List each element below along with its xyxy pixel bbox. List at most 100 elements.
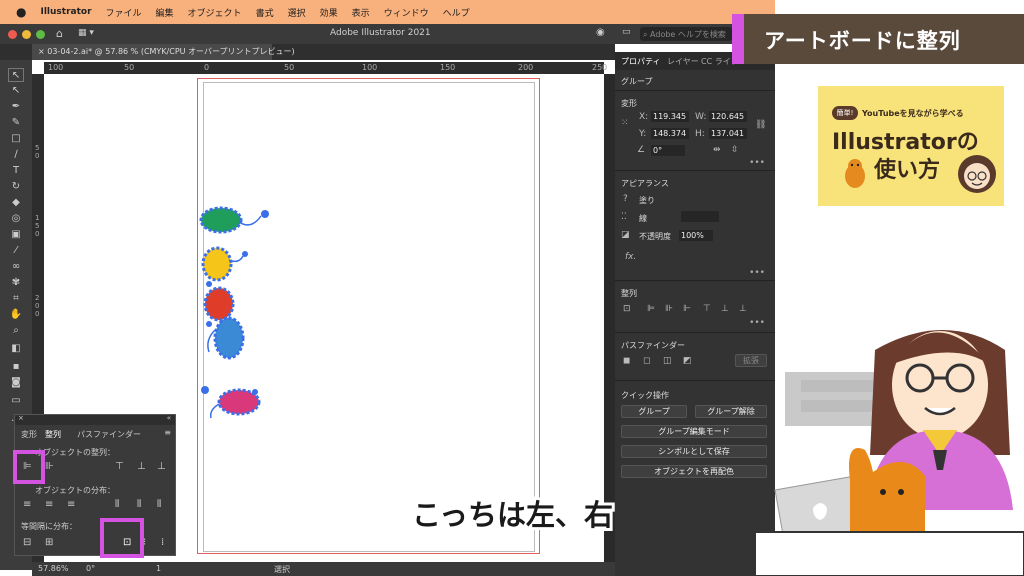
more-options-icon[interactable]: •••: [749, 268, 765, 278]
curvature-tool-icon[interactable]: ✎: [8, 116, 24, 130]
distribute-hcenter-icon[interactable]: ⫴: [137, 499, 141, 510]
shape-builder-tool-icon[interactable]: ◎: [8, 212, 24, 226]
align-vcenter-icon[interactable]: ⊥: [721, 304, 729, 314]
blend-tool-icon[interactable]: ∞: [8, 260, 24, 274]
isolate-group-button[interactable]: グループ編集モード: [621, 425, 767, 438]
recolor-artwork-button[interactable]: オブジェクトを再配色: [621, 465, 767, 478]
distribute-h-spacing-icon[interactable]: ⊞: [45, 537, 53, 548]
align-left-icon[interactable]: ⊫: [647, 304, 655, 314]
distribute-left-icon[interactable]: ⫴: [115, 499, 119, 510]
rotate-tool-icon[interactable]: ↻: [8, 180, 24, 194]
rectangle-tool-icon[interactable]: □: [8, 132, 24, 146]
distribute-vcenter-icon[interactable]: ≡: [45, 499, 53, 510]
paintbrush-tool-icon[interactable]: ∕: [8, 148, 24, 162]
h-field[interactable]: 137.041: [709, 128, 747, 139]
workspace-switcher-icon[interactable]: ▦ ▾: [78, 28, 94, 38]
w-field[interactable]: 120.645: [709, 111, 747, 122]
opacity-field[interactable]: 100%: [679, 230, 713, 241]
reference-point-icon[interactable]: ⁙: [621, 118, 629, 128]
close-panel-icon[interactable]: ×: [18, 414, 24, 422]
menu-select[interactable]: 選択: [288, 6, 306, 19]
fill-stroke-swatch-icon[interactable]: ◧: [8, 342, 24, 356]
y-field[interactable]: 148.374: [651, 128, 689, 139]
share-icon[interactable]: ◉: [596, 27, 605, 38]
tab-transform[interactable]: 変形: [21, 429, 37, 440]
menu-app[interactable]: Illustrator: [40, 7, 91, 17]
panel-toggle-icon[interactable]: ▭: [622, 27, 631, 37]
rotate-view[interactable]: 0°: [86, 564, 95, 573]
zoom-button[interactable]: [36, 30, 45, 39]
zoom-level[interactable]: 57.86%: [38, 564, 69, 573]
panel-menu-icon[interactable]: ≡: [164, 428, 171, 437]
align-to-icon[interactable]: ⊡: [623, 304, 631, 314]
red-character[interactable]: [203, 281, 235, 322]
align-top-icon[interactable]: ⊤: [115, 461, 124, 472]
green-character[interactable]: [199, 206, 269, 234]
character-group[interactable]: [195, 200, 285, 430]
document-tab[interactable]: × 03-04-2.ai* @ 57.86 % (CMYK/CPU オーバープリ…: [32, 44, 295, 60]
align-right-icon[interactable]: ⊩: [683, 304, 691, 314]
more-options-icon[interactable]: •••: [749, 158, 765, 168]
yellow-character[interactable]: [201, 246, 248, 282]
distribute-right-icon[interactable]: ⫴: [157, 499, 161, 510]
tab-layers[interactable]: レイヤー: [667, 56, 699, 67]
collapse-panel-icon[interactable]: «: [167, 414, 171, 422]
distribute-v-spacing-icon[interactable]: ⊟: [23, 537, 31, 548]
exclude-icon[interactable]: ◩: [683, 356, 692, 366]
menu-type[interactable]: 書式: [256, 6, 274, 19]
zoom-tool-icon[interactable]: ⌕: [8, 324, 24, 338]
apple-icon[interactable]: ●: [16, 5, 26, 19]
x-field[interactable]: 119.345: [651, 111, 689, 122]
menu-file[interactable]: ファイル: [106, 6, 142, 19]
minimize-button[interactable]: [22, 30, 31, 39]
symbol-sprayer-tool-icon[interactable]: ✾: [8, 276, 24, 290]
gradient-tool-icon[interactable]: ▣: [8, 228, 24, 242]
menu-help[interactable]: ヘルプ: [443, 6, 470, 19]
artboard-tool-icon[interactable]: ⌗: [8, 292, 24, 306]
align-hcenter-icon[interactable]: ⊪: [45, 461, 54, 472]
vertical-scrollbar[interactable]: [604, 74, 615, 562]
align-to-key-object-icon[interactable]: ⁞: [161, 537, 164, 548]
fill-swatch-icon[interactable]: ?: [623, 194, 628, 204]
fx-button[interactable]: fx.: [625, 252, 636, 262]
close-tab-icon[interactable]: ×: [38, 47, 47, 56]
home-icon[interactable]: ⌂: [56, 27, 63, 40]
flip-horizontal-icon[interactable]: ⇹: [713, 145, 721, 155]
eraser-tool-icon[interactable]: ◆: [8, 196, 24, 210]
align-hcenter-icon[interactable]: ⊪: [665, 304, 673, 314]
type-tool-icon[interactable]: T: [8, 164, 24, 178]
menu-effect[interactable]: 効果: [320, 6, 338, 19]
flip-vertical-icon[interactable]: ⇳: [731, 145, 739, 155]
align-vcenter-icon[interactable]: ⊥: [137, 461, 146, 472]
menu-object[interactable]: オブジェクト: [188, 6, 242, 19]
pink-character[interactable]: [201, 386, 261, 419]
menu-edit[interactable]: 編集: [156, 6, 174, 19]
tab-properties[interactable]: プロパティ: [621, 56, 661, 67]
constrain-proportions-icon[interactable]: ⛓: [755, 120, 766, 130]
close-button[interactable]: [8, 30, 17, 39]
menu-view[interactable]: 表示: [352, 6, 370, 19]
minus-front-icon[interactable]: ◻: [643, 356, 650, 366]
hand-tool-icon[interactable]: ✋: [8, 308, 24, 322]
pen-tool-icon[interactable]: ✒: [8, 100, 24, 114]
distribute-bottom-icon[interactable]: ≡: [67, 499, 75, 510]
align-bottom-icon[interactable]: ⊥: [157, 461, 166, 472]
group-button[interactable]: グループ: [621, 405, 687, 418]
tab-pathfinder[interactable]: パスファインダー: [77, 429, 141, 440]
stroke-swatch-icon[interactable]: ⁚⁚: [621, 212, 627, 222]
eyedropper-tool-icon[interactable]: ⁄: [8, 244, 24, 258]
unite-icon[interactable]: ◼: [623, 356, 630, 366]
distribute-top-icon[interactable]: ≡: [23, 499, 31, 510]
intersect-icon[interactable]: ◫: [663, 356, 672, 366]
direct-selection-tool-icon[interactable]: ↖: [8, 84, 24, 98]
align-top-icon[interactable]: ⊤: [703, 304, 711, 314]
color-mode-icon[interactable]: ▪: [8, 360, 24, 374]
screen-mode-icon[interactable]: ▭: [8, 394, 24, 408]
blue-character[interactable]: [206, 316, 245, 360]
selection-tool-icon[interactable]: ↖: [8, 68, 24, 82]
artboard-number[interactable]: 1: [156, 564, 161, 573]
tab-align[interactable]: 整列: [45, 429, 61, 440]
align-bottom-icon[interactable]: ⊥: [739, 304, 747, 314]
save-as-symbol-button[interactable]: シンボルとして保存: [621, 445, 767, 458]
angle-field[interactable]: 0°: [651, 145, 685, 156]
